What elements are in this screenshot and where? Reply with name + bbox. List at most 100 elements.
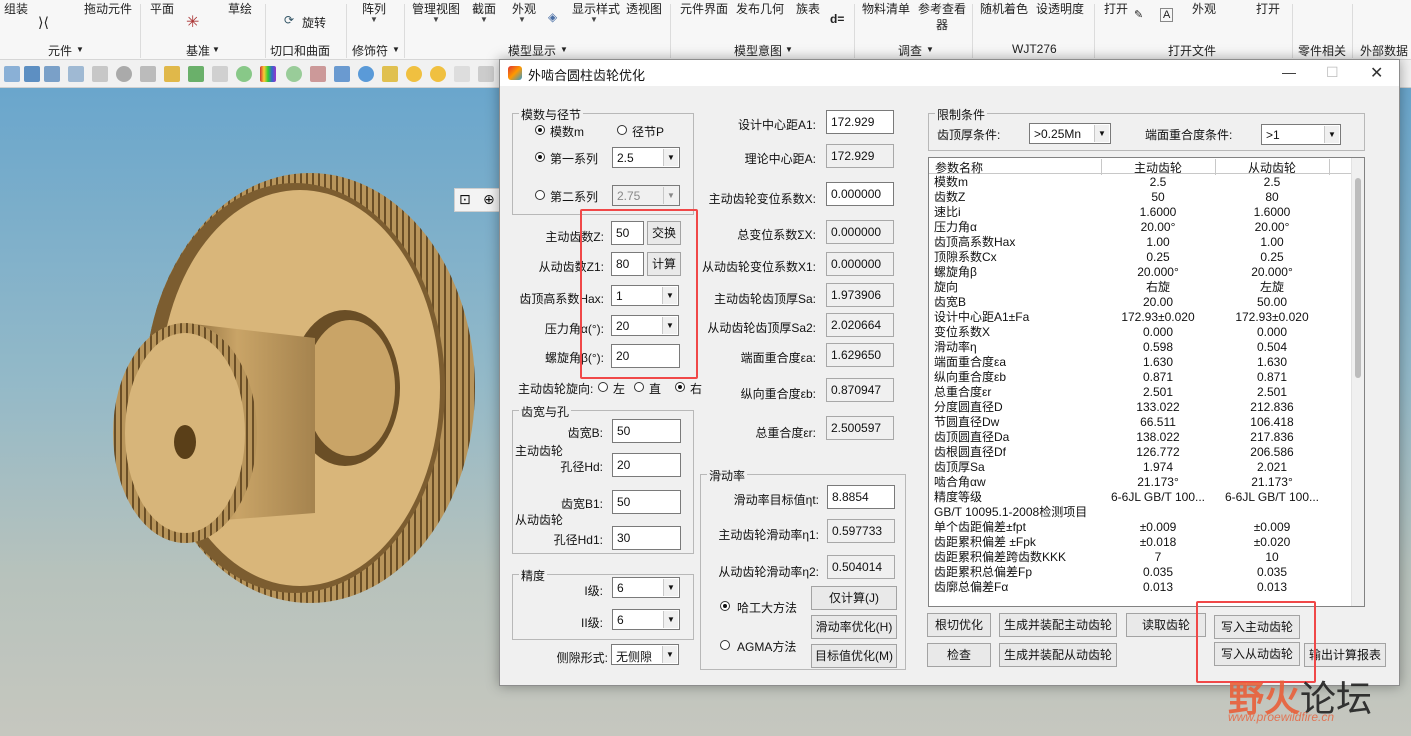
table-row[interactable]: 齿距累积总偏差Fp 0.035 0.035	[929, 565, 1353, 580]
ruler-icon[interactable]	[212, 66, 228, 82]
table-row[interactable]: GB/T 10095.1-2008检测项目	[929, 505, 1353, 520]
ribbon-drag-icon[interactable]: ⟩⟨	[38, 14, 49, 31]
parameter-table[interactable]: 参数名称 主动齿轮 从动齿轮 模数m 2.5 2.5 齿数Z 50 80 速比i 1.6000…	[928, 157, 1365, 607]
hd1-input[interactable]: 30	[612, 526, 681, 550]
ribbon-random-color[interactable]: 随机着色	[980, 0, 1028, 17]
ribbon-reference-viewer[interactable]: 参考查看	[918, 0, 966, 17]
series1-select[interactable]: 2.5 ▼	[612, 147, 680, 168]
gear-icon[interactable]	[382, 66, 398, 82]
radio-series1[interactable]	[535, 152, 545, 162]
orient-icon[interactable]	[68, 66, 84, 82]
select-icon[interactable]	[334, 66, 350, 82]
ribbon-revolve[interactable]: 旋转	[302, 14, 326, 31]
chevron-down-icon[interactable]: ▼	[1094, 125, 1109, 142]
ribbon-open-2[interactable]: 打开	[1256, 0, 1280, 17]
group-model-display[interactable]: 模型显示	[508, 42, 556, 59]
chevron-down-icon[interactable]: ▼	[518, 15, 526, 24]
table-row[interactable]: 节圆直径Dw 66.511 106.418	[929, 415, 1353, 430]
table-row[interactable]: 端面重合度εa 1.630 1.630	[929, 355, 1353, 370]
table-row[interactable]: 压力角α 20.00° 20.00°	[929, 220, 1353, 235]
ribbon-publish-geometry[interactable]: 发布几何	[736, 0, 784, 17]
table-row[interactable]: 齿距累积偏差 ±Fpk ±0.018 ±0.020	[929, 535, 1353, 550]
ribbon-revolve-icon[interactable]: ⟳	[284, 13, 294, 27]
color-icon[interactable]	[260, 66, 276, 82]
b-input[interactable]: 50	[612, 419, 681, 443]
ribbon-drag-component[interactable]: 拖动元件	[84, 0, 132, 17]
gen-driven-button[interactable]: 生成并装配从动齿轮	[999, 643, 1117, 667]
table-row[interactable]: 纵向重合度εb 0.871 0.871	[929, 370, 1353, 385]
ribbon-edit-icon[interactable]: ✎	[1134, 8, 1143, 21]
ribbon-reference-viewer-2[interactable]: 器	[936, 16, 948, 33]
render-icon[interactable]	[286, 66, 302, 82]
group-investigate[interactable]: 调查	[898, 42, 922, 59]
table-row[interactable]: 螺旋角β 20.000° 20.000°	[929, 265, 1353, 280]
close-icon[interactable]	[454, 66, 470, 82]
table-row[interactable]: 顶隙系数Cx 0.25 0.25	[929, 250, 1353, 265]
table-row[interactable]: 单个齿距偏差±fpt ±0.009 ±0.009	[929, 520, 1353, 535]
group-modifier[interactable]: 修饰符	[352, 42, 388, 59]
target-opt-button[interactable]: 目标值优化(M)	[811, 644, 897, 668]
hide-icon[interactable]	[140, 66, 156, 82]
table-row[interactable]: 旋向 右旋 左旋	[929, 280, 1353, 295]
ribbon-transparency[interactable]: 设透明度	[1036, 0, 1084, 17]
scrollbar-thumb[interactable]	[1355, 178, 1361, 378]
display-icon[interactable]	[116, 66, 132, 82]
root-cut-button[interactable]: 根切优化	[927, 613, 991, 637]
group-open-file[interactable]: 打开文件	[1168, 42, 1216, 59]
zoom-icon[interactable]	[24, 66, 40, 82]
table-row[interactable]: 滑动率η 0.598 0.504	[929, 340, 1353, 355]
table-row[interactable]: 齿廓总偏差Fα 0.013 0.013	[929, 580, 1353, 595]
radio-hand-straight[interactable]	[634, 382, 644, 392]
sphere-icon[interactable]	[236, 66, 252, 82]
group-datum[interactable]: 基准	[186, 42, 210, 59]
chevron-down-icon[interactable]: ▼	[663, 187, 678, 204]
grade1-select[interactable]: 6 ▼	[612, 577, 680, 598]
ribbon-component-interface[interactable]: 元件界面	[680, 0, 728, 17]
read-gear-button[interactable]: 读取齿轮	[1126, 613, 1206, 637]
grade2-select[interactable]: 6 ▼	[612, 609, 680, 630]
ribbon-relations[interactable]: d=	[830, 12, 844, 26]
table-row[interactable]: 模数m 2.5 2.5	[929, 175, 1353, 190]
chevron-down-icon[interactable]: ▼	[432, 15, 440, 24]
ribbon-perspective[interactable]: 透视图	[626, 0, 662, 17]
refit-icon[interactable]	[4, 66, 20, 82]
chevron-down-icon[interactable]: ▼	[663, 611, 678, 628]
ea-cond-select[interactable]: >1 ▼	[1261, 124, 1341, 145]
radio-hand-right[interactable]	[675, 382, 685, 392]
col-driver[interactable]: 主动齿轮	[1101, 159, 1215, 176]
group-part-related[interactable]: 零件相关	[1298, 42, 1346, 59]
ribbon-family-table[interactable]: 族表	[796, 0, 820, 17]
table-row[interactable]: 变位系数X 0.000 0.000	[929, 325, 1353, 340]
table-row[interactable]: 分度圆直径D 133.022 212.836	[929, 400, 1353, 415]
radio-module[interactable]	[535, 125, 545, 135]
header-separator[interactable]	[1329, 159, 1330, 175]
maximize-icon[interactable]: ☐	[1326, 64, 1339, 81]
tip-select[interactable]: >0.25Mn ▼	[1029, 123, 1111, 144]
ribbon-text-icon[interactable]: A	[1160, 8, 1174, 22]
globe-icon[interactable]	[358, 66, 374, 82]
backlash-select[interactable]: 无侧隙 ▼	[611, 644, 679, 665]
chevron-down-icon[interactable]: ▼	[212, 45, 220, 54]
group-wjt276[interactable]: WJT276	[1012, 42, 1057, 56]
col-name[interactable]: 参数名称	[935, 159, 983, 176]
saved-views-icon[interactable]	[92, 66, 108, 82]
table-row[interactable]: 速比i 1.6000 1.6000	[929, 205, 1353, 220]
ribbon-assemble[interactable]: 组装	[4, 0, 28, 17]
measure-icon[interactable]	[188, 66, 204, 82]
refit-icon[interactable]: ⊡	[459, 191, 471, 208]
group-external-data[interactable]: 外部数据	[1360, 42, 1408, 59]
calc-only-button[interactable]: 仅计算(J)	[811, 586, 897, 610]
datum-icon[interactable]	[164, 66, 180, 82]
table-row[interactable]: 齿数Z 50 80	[929, 190, 1353, 205]
table-row[interactable]: 总重合度εr 2.501 2.501	[929, 385, 1353, 400]
a1-input[interactable]: 172.929	[826, 110, 894, 134]
export-report-button[interactable]: 输出计算报表	[1304, 643, 1386, 667]
col-driven[interactable]: 从动齿轮	[1215, 159, 1329, 176]
chevron-down-icon[interactable]: ▼	[76, 45, 84, 54]
table-row[interactable]: 齿顶圆直径Da 138.022 217.836	[929, 430, 1353, 445]
table-scrollbar[interactable]	[1351, 158, 1364, 606]
ribbon-appearance-2[interactable]: 外观	[1192, 0, 1216, 17]
ribbon-axis-icon[interactable]: ✳	[186, 12, 199, 32]
ribbon-display-icon[interactable]: ◈	[548, 10, 557, 24]
table-row[interactable]: 齿宽B 20.00 50.00	[929, 295, 1353, 310]
